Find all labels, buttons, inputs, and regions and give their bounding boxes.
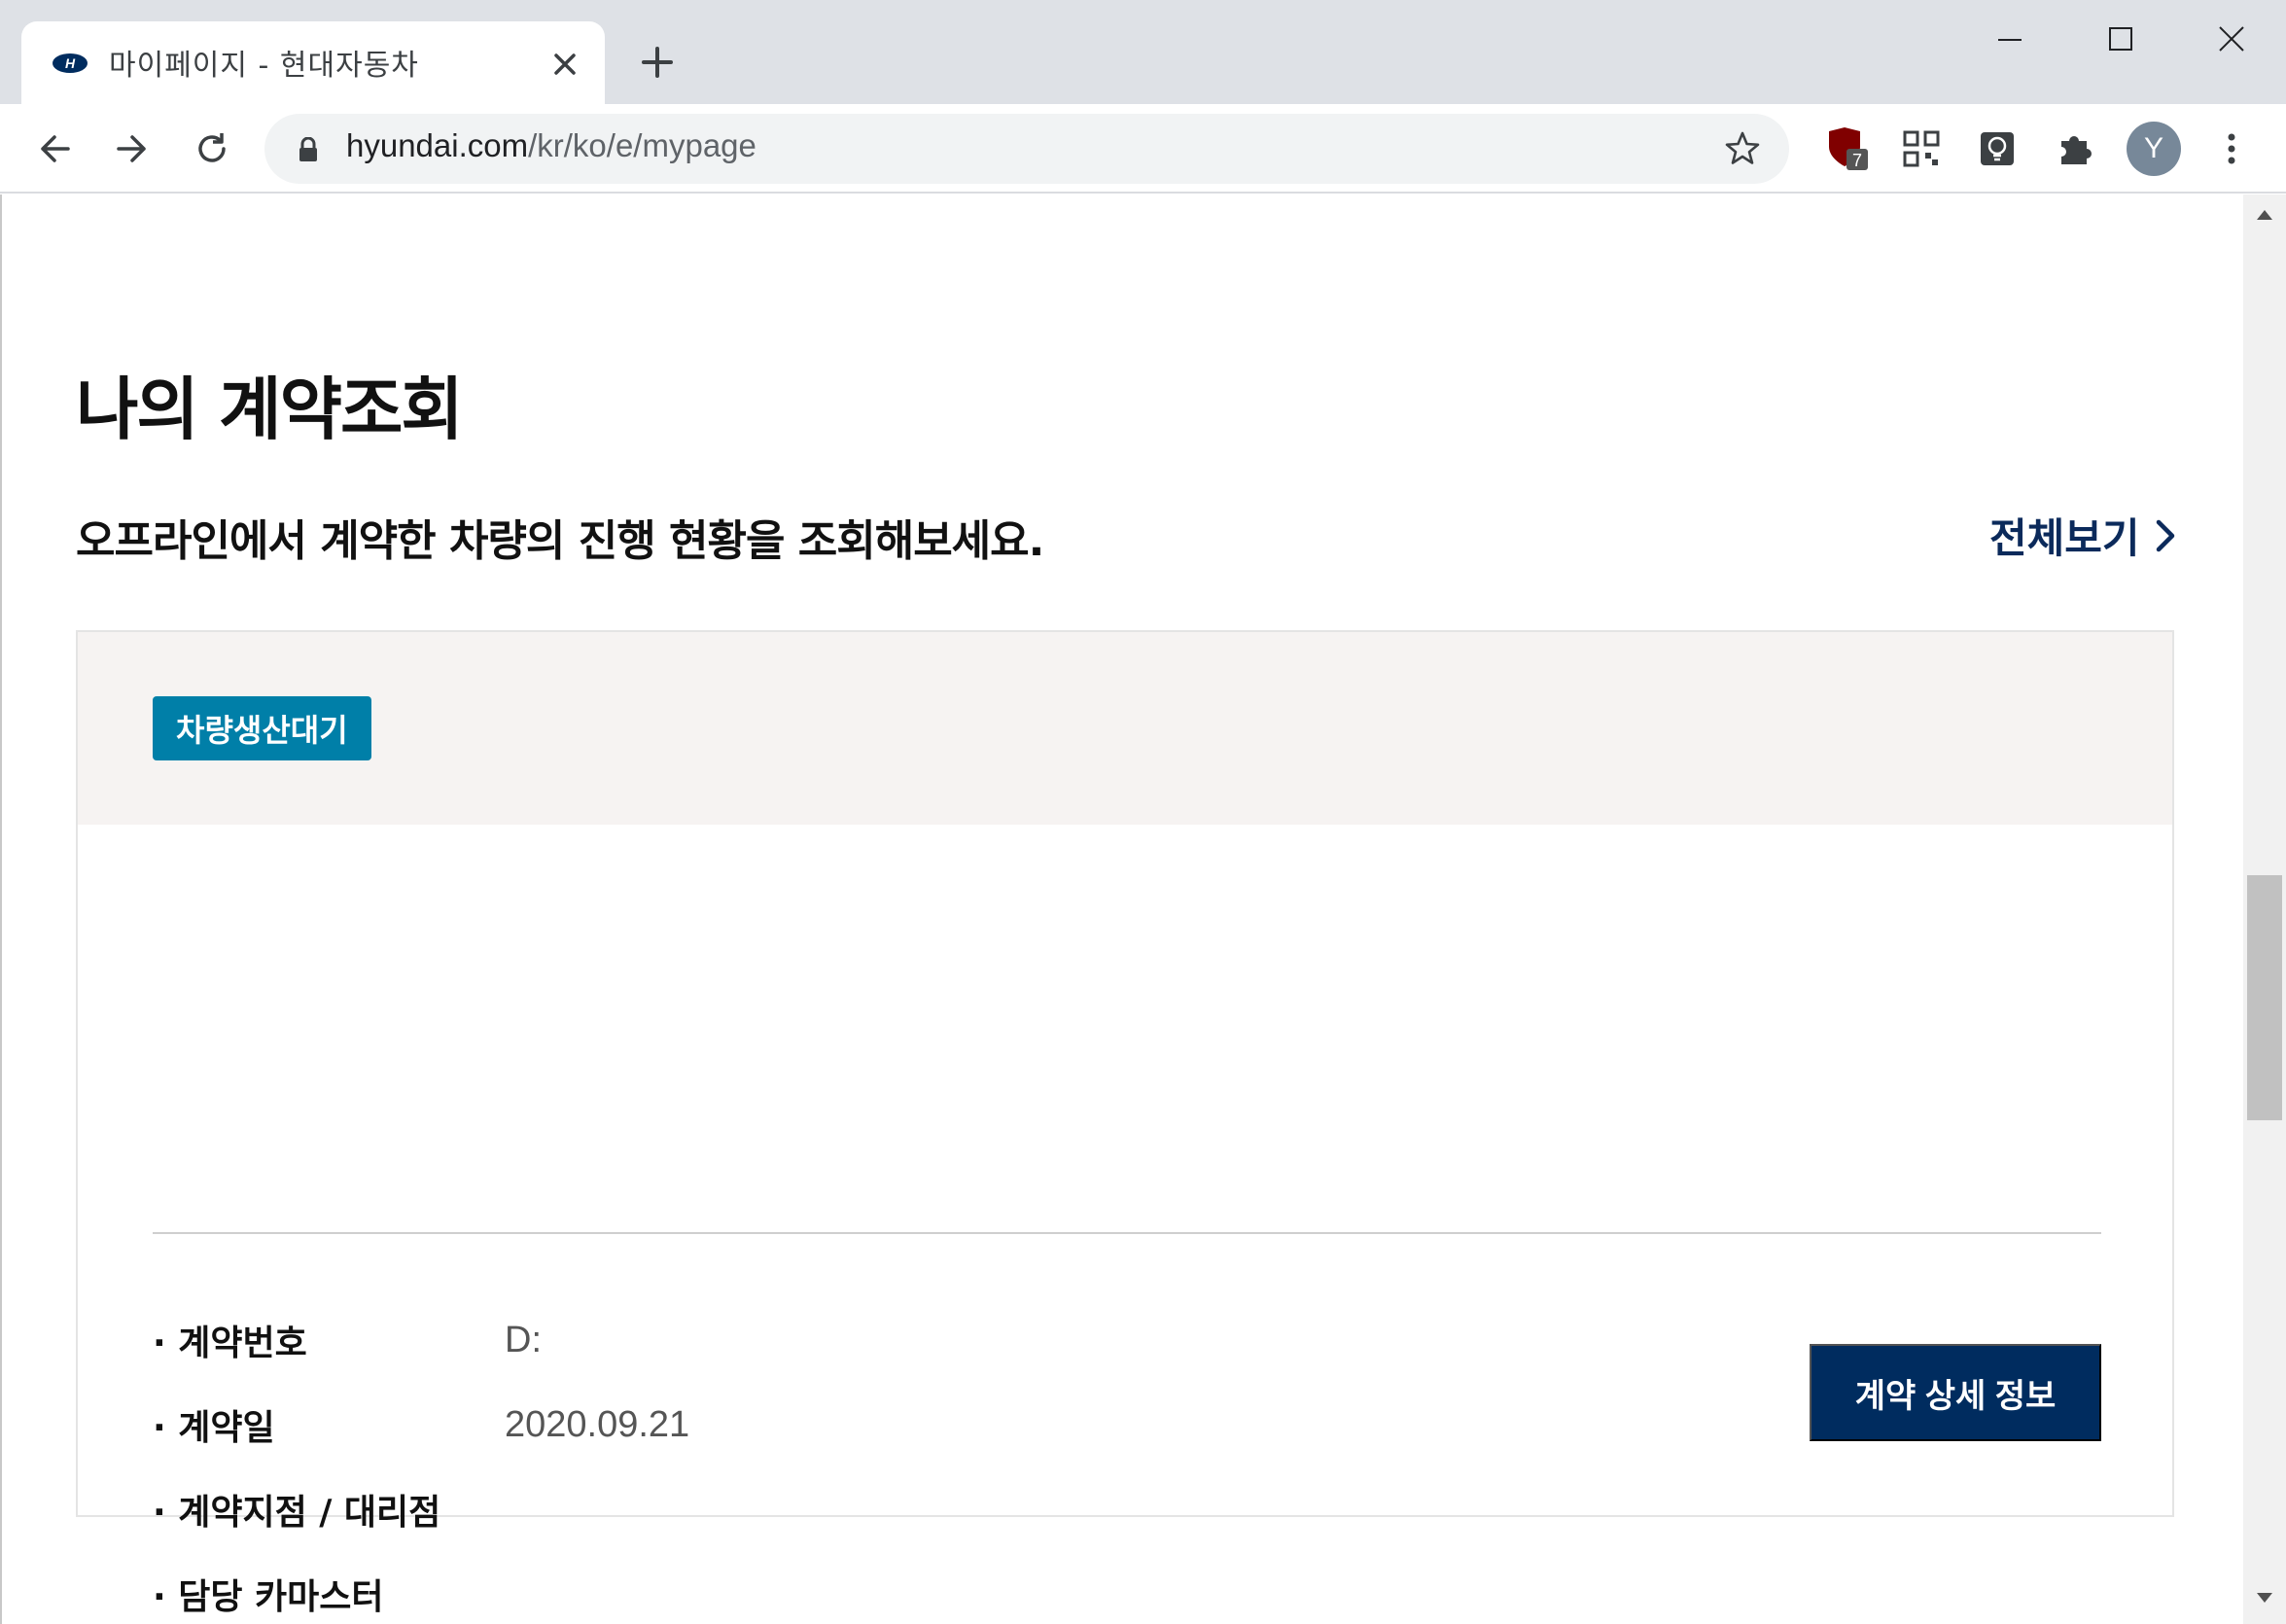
info-value: D: [505,1319,542,1360]
browser-tab[interactable]: H 마이페이지 - 현대자동차 [21,21,605,105]
maximize-icon [2109,27,2132,51]
reload-icon [198,133,226,162]
url-path: /kr/ko/e/mypage [528,127,756,163]
profile-avatar[interactable]: Y [2127,122,2181,176]
page-title: 나의 계약조회 [76,370,464,449]
info-row-branch: · 계약지점 / 대리점 [153,1485,505,1534]
scrollbar-thumb[interactable] [2247,875,2282,1120]
url-text[interactable]: hyundai.com/kr/ko/e/mypage [346,127,756,164]
back-button[interactable] [29,124,80,174]
divider [153,1232,2101,1234]
contract-card-header: 차량생산대기 [78,632,2172,825]
view-all-link[interactable]: 전체보기 [1989,506,2177,565]
close-tab-icon[interactable] [551,51,579,78]
hyundai-logo-icon: H [53,53,88,73]
page-subtitle: 오프라인에서 계약한 차량의 진행 현황을 조회해보세요. [76,516,1044,566]
back-arrow-icon [41,135,70,162]
url-domain: hyundai.com [346,127,529,163]
info-row-car-master: · 담당 카마스터 [153,1570,505,1618]
scroll-up-arrow-icon[interactable] [2255,208,2274,222]
info-label: · 계약번호 [153,1324,307,1363]
info-label: · 계약일 [153,1408,275,1448]
forward-button[interactable] [107,124,158,174]
lightbulb-icon [1981,132,2014,165]
minimize-icon [1998,39,2022,41]
info-label: · 계약지점 / 대리점 [153,1493,441,1533]
lock-icon[interactable] [298,137,319,162]
close-window-icon [2219,26,2244,52]
svg-text:H: H [65,55,76,71]
close-window-button[interactable] [2178,10,2285,68]
tab-title: 마이페이지 - 현대자동차 [109,49,419,83]
page-viewport: 나의 계약조회 오프라인에서 계약한 차량의 진행 현황을 조회해보세요. 전체… [0,194,2243,1624]
idea-extension-button[interactable] [1974,125,2021,172]
status-badge: 차량생산대기 [153,696,371,760]
scroll-down-arrow-icon[interactable] [2255,1591,2274,1605]
vertical-scrollbar[interactable] [2243,194,2286,1624]
forward-arrow-icon [117,135,146,162]
qr-code-extension-button[interactable] [1898,125,1945,172]
browser-tab-strip: H 마이페이지 - 현대자동차 [0,0,2286,105]
extensions-button[interactable] [2052,125,2098,172]
contract-detail-button[interactable]: 계약 상세 정보 [1810,1344,2101,1441]
ublock-extension-button[interactable]: 7 [1823,125,1870,172]
extension-badge-count: 7 [1852,151,1862,170]
view-all-label: 전체보기 [1989,514,2140,562]
more-vertical-icon [2228,133,2235,164]
ublock-shield-icon: 7 [1829,127,1868,170]
info-label: · 담당 카마스터 [153,1577,384,1617]
qr-code-icon [1903,130,1940,167]
maximize-button[interactable] [2067,10,2174,68]
browser-menu-button[interactable] [2208,125,2255,172]
contract-card: 차량생산대기 · 계약번호 D: · 계약일 2020.09.21 · 계약지점… [76,630,2174,1617]
address-bar[interactable]: hyundai.com/kr/ko/e/mypage [264,114,1789,184]
browser-toolbar: hyundai.com/kr/ko/e/mypage 7 Y [0,104,2286,194]
reload-button[interactable] [187,124,237,174]
bookmark-star-icon[interactable] [1723,129,1762,168]
puzzle-piece-icon [2061,136,2092,164]
chevron-right-icon [2156,519,2174,551]
info-value: 2020.09.21 [505,1403,690,1445]
info-row-contract-date: · 계약일 2020.09.21 [153,1400,689,1449]
info-row-contract-number: · 계약번호 D: [153,1316,542,1364]
minimize-button[interactable] [1956,10,2063,68]
new-tab-icon[interactable] [640,45,675,80]
